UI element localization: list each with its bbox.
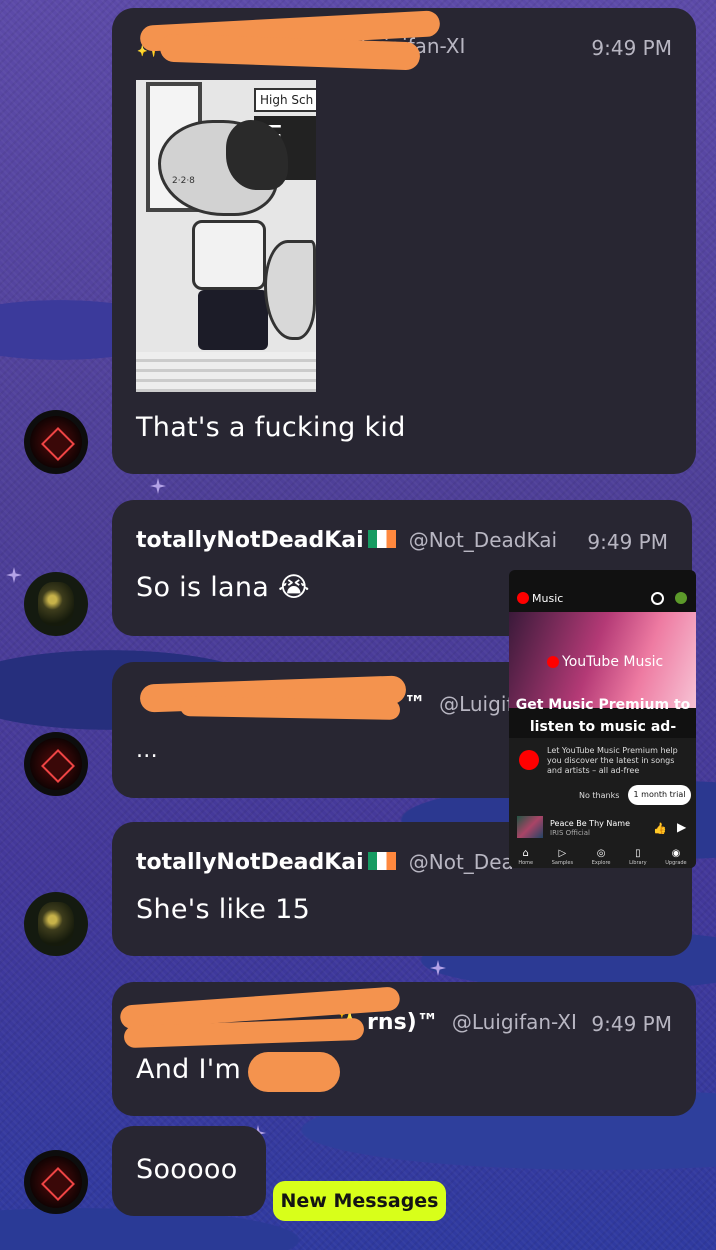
ireland-flag-icon [367, 530, 396, 548]
avatar[interactable] [24, 892, 88, 956]
avatar[interactable] [24, 572, 88, 636]
redaction-scribble [248, 1052, 340, 1092]
message-text: So is lana 😭 [136, 572, 310, 603]
nav-library[interactable]: ▯ Library [629, 848, 646, 868]
message-text: And I'm [136, 1054, 242, 1085]
message-text: That's a fucking kid [136, 412, 406, 443]
upgrade-icon: ◉ [671, 848, 681, 859]
yt-brand: YouTube Music [547, 654, 663, 670]
yt-bottom-nav: ⌂ Home ▷ Samples ◎ Explore ▯ Library ◉ Upgrad… [509, 848, 696, 868]
now-playing-title: Peace Be Thy Name [550, 819, 631, 828]
message-text: She's like 15 [136, 894, 311, 925]
character-tail [264, 240, 316, 340]
image-scribble-text: 2·2·8 [172, 176, 195, 186]
nav-samples[interactable]: ▷ Samples [552, 848, 573, 868]
youtube-music-logo-icon [519, 750, 539, 770]
avatar[interactable] [24, 410, 88, 474]
now-playing-thumbnail [517, 816, 543, 838]
message-bubble[interactable]: Sooooo [112, 1126, 266, 1216]
message-header: totallyNotDeadKai @Not_DeadKai 9:49 PM [136, 528, 668, 562]
yt-brand-label: YouTube Music [562, 654, 664, 670]
message-handle[interactable]: @Luigifan-XI [452, 1010, 577, 1034]
message-text: Sooooo [136, 1154, 238, 1185]
play-icon[interactable]: ▶ [677, 820, 686, 834]
message-image[interactable]: High Sch E 2·2·8 [136, 80, 316, 392]
now-playing-artist: IRIS Official [550, 829, 590, 837]
image-sign: High Sch [254, 88, 316, 112]
message-timestamp: 9:49 PM [591, 36, 672, 60]
avatar[interactable] [24, 1150, 88, 1214]
samples-icon: ▷ [558, 848, 567, 859]
avatar-creature-icon [38, 902, 74, 946]
account-avatar-icon[interactable] [675, 592, 687, 604]
message-timestamp: 9:49 PM [587, 530, 668, 554]
avatar[interactable] [24, 732, 88, 796]
nav-home[interactable]: ⌂ Home [518, 848, 533, 868]
library-icon: ▯ [635, 848, 641, 859]
trial-button[interactable]: 1 month trial [628, 785, 691, 805]
message-text: ... [136, 738, 158, 763]
redaction-scribble [179, 696, 401, 720]
yt-app-label: Music [532, 592, 564, 605]
youtube-music-logo-icon [547, 656, 559, 668]
message-username[interactable]: totallyNotDeadKai [136, 850, 364, 875]
message-username[interactable]: ™ [404, 692, 426, 717]
message-handle[interactable]: @Not_Dea [409, 850, 514, 874]
avatar-creature-icon [38, 582, 74, 626]
yt-app-header: Music [517, 592, 563, 605]
message-username[interactable]: totallyNotDeadKai [136, 528, 364, 553]
message-bubble[interactable]: ✨ ★ ✦ ✦ ✦ ✦)™ @Luigifan-XI 9:49 PM High … [112, 8, 696, 474]
image-floor-lines [136, 352, 316, 392]
home-icon: ⌂ [522, 848, 529, 859]
ireland-flag-icon [367, 852, 396, 870]
nav-explore[interactable]: ◎ Explore [592, 848, 611, 868]
yt-promo-description: Let YouTube Music Premium help you disco… [547, 746, 678, 775]
explore-icon: ◎ [596, 848, 606, 859]
message-handle[interactable]: @Not_DeadKai [409, 528, 557, 552]
character-body [192, 220, 266, 290]
new-messages-button[interactable]: New Messages [273, 1181, 446, 1221]
youtube-music-overlay[interactable]: Music YouTube Music Get Music Premium to… [509, 570, 696, 868]
search-icon[interactable] [651, 592, 664, 605]
character-legs [198, 290, 268, 350]
youtube-music-logo-icon [517, 592, 529, 604]
no-thanks-button[interactable]: No thanks [579, 791, 619, 800]
message-handle[interactable]: @Luigif [439, 692, 513, 716]
like-icon[interactable]: 👍 [653, 822, 667, 835]
message-timestamp: 9:49 PM [591, 1012, 672, 1036]
nav-upgrade[interactable]: ◉ Upgrade [665, 848, 686, 868]
